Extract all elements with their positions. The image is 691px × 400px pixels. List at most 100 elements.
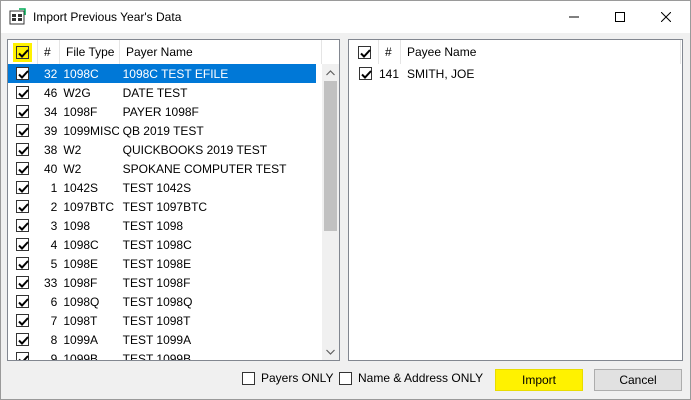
payer-row-num: 2 [50, 199, 58, 214]
payer-row[interactable]: 3 1098 TEST 1098 [8, 216, 316, 235]
payer-row[interactable]: 32 1098C 1098C TEST EFILE [8, 64, 316, 83]
scroll-thumb[interactable] [324, 81, 337, 231]
payee-row-checkbox[interactable] [358, 67, 372, 80]
payer-row[interactable]: 33 1098F TEST 1098F [8, 273, 316, 292]
payee-row[interactable]: 141 SMITH, JOE [349, 64, 682, 83]
payer-row-checkbox[interactable] [16, 181, 30, 194]
payer-row-num: 1 [50, 180, 58, 195]
payer-row-checkbox[interactable] [16, 143, 30, 156]
checkmark-icon [18, 108, 30, 117]
checkmark-icon [18, 279, 30, 288]
payer-row-num: 39 [43, 123, 58, 138]
select-all-payees-header [349, 40, 379, 64]
payer-row-checkbox[interactable] [16, 219, 30, 232]
payee-list[interactable]: # Payee Name 141 SMITH, JOE [348, 39, 683, 361]
payer-row-payer-name: SPOKANE COMPUTER TEST [122, 161, 287, 176]
payer-row-num: 32 [43, 66, 58, 81]
payer-row-checkbox[interactable] [16, 86, 30, 99]
checkmark-icon [360, 70, 372, 79]
payer-row-payer-name: TEST 1098Q [122, 294, 193, 309]
payer-row[interactable]: 2 1097BTC TEST 1097BTC [8, 197, 316, 216]
payer-row[interactable]: 38 W2 QUICKBOOKS 2019 TEST [8, 140, 316, 159]
checkmark-icon [18, 317, 30, 326]
payer-rows: 32 1098C 1098C TEST EFILE 46 W2G DATE TEST 34 1… [8, 64, 316, 360]
name-address-only-checkbox[interactable] [339, 371, 352, 385]
checkmark-icon [18, 222, 30, 231]
payer-row-payer-name: TEST 1099A [122, 332, 192, 347]
payer-row-file-type: W2G [63, 85, 91, 100]
payer-list-scrollbar[interactable] [322, 64, 339, 360]
payer-row[interactable]: 8 1099A TEST 1099A [8, 330, 316, 349]
payer-row-checkbox[interactable] [16, 333, 30, 346]
payer-row-num: 46 [43, 85, 58, 100]
checkmark-icon [18, 165, 30, 174]
payer-row-check-cell [8, 349, 38, 360]
payer-row[interactable]: 40 W2 SPOKANE COMPUTER TEST [8, 159, 316, 178]
checkmark-icon [18, 203, 30, 212]
payer-row[interactable]: 46 W2G DATE TEST [8, 83, 316, 102]
checkmark-icon [360, 48, 371, 58]
payers-only-option[interactable]: Payers ONLY [242, 371, 333, 385]
payers-only-checkbox[interactable] [242, 371, 255, 385]
col-header-file-type[interactable]: File Type [60, 40, 120, 64]
payer-row-payer-name: TEST 1097BTC [122, 199, 208, 214]
payer-row-check-cell [8, 292, 38, 311]
payer-row-payer-name: TEST 1098F [122, 275, 191, 290]
checkmark-icon [18, 355, 30, 360]
payer-row[interactable]: 1 1042S TEST 1042S [8, 178, 316, 197]
payer-row-checkbox[interactable] [16, 238, 30, 251]
payer-row-checkbox[interactable] [16, 276, 30, 289]
payer-row-checkbox[interactable] [16, 162, 30, 175]
scroll-down-button[interactable] [322, 343, 339, 360]
payer-row-file-type: 1097BTC [63, 199, 115, 214]
cancel-button[interactable]: Cancel [594, 369, 682, 391]
payer-row[interactable]: 34 1098F PAYER 1098F [8, 102, 316, 121]
payer-row-checkbox[interactable] [16, 352, 30, 360]
maximize-icon [615, 12, 625, 22]
payer-row-checkbox[interactable] [16, 295, 30, 308]
import-button[interactable]: Import [495, 369, 583, 391]
payer-row-check-cell [8, 64, 38, 83]
payer-row-checkbox[interactable] [16, 257, 30, 270]
payer-row[interactable]: 5 1098E TEST 1098E [8, 254, 316, 273]
payer-list[interactable]: # File Type Payer Name 32 1098C 1098C TEST… [7, 39, 340, 361]
maximize-button[interactable] [597, 1, 643, 33]
payer-row[interactable]: 7 1098T TEST 1098T [8, 311, 316, 330]
payer-row-checkbox[interactable] [16, 124, 30, 137]
payer-row-checkbox[interactable] [16, 200, 30, 213]
payer-row-file-type: 1042S [63, 180, 99, 195]
payer-row-num: 38 [43, 142, 58, 157]
payer-row-payer-name: QB 2019 TEST [122, 123, 204, 138]
minimize-button[interactable] [551, 1, 597, 33]
checkmark-icon [18, 48, 29, 58]
payer-row[interactable]: 6 1098Q TEST 1098Q [8, 292, 316, 311]
payer-row-num: 4 [50, 237, 58, 252]
payer-row[interactable]: 9 1099B TEST 1099B [8, 349, 316, 360]
name-address-only-option[interactable]: Name & Address ONLY [339, 371, 483, 385]
checkmark-icon [18, 146, 30, 155]
payer-row-checkbox[interactable] [16, 67, 30, 80]
scroll-up-button[interactable] [322, 64, 339, 81]
col-header-payer-name[interactable]: Payer Name [120, 40, 322, 64]
payer-row-check-cell [8, 330, 38, 349]
checkmark-icon [18, 127, 30, 136]
select-all-payees-checkbox[interactable] [358, 45, 371, 59]
payer-row[interactable]: 4 1098C TEST 1098C [8, 235, 316, 254]
checkmark-icon [18, 70, 30, 79]
payer-row-num: 6 [50, 294, 58, 309]
select-all-payers-checkbox[interactable] [13, 42, 32, 62]
col-header-payee-num[interactable]: # [379, 40, 401, 64]
col-header-num[interactable]: # [38, 40, 60, 64]
payer-row-checkbox[interactable] [16, 105, 30, 118]
title-bar[interactable]: Import Previous Year's Data [1, 1, 690, 33]
payer-row-checkbox[interactable] [16, 314, 30, 327]
close-button[interactable] [643, 1, 689, 33]
payer-row-check-cell [8, 121, 38, 140]
select-all-payers-header [8, 40, 38, 64]
payer-row-payer-name: TEST 1042S [122, 180, 192, 195]
payer-row-num: 8 [50, 332, 58, 347]
col-header-payee-name[interactable]: Payee Name [401, 40, 681, 64]
payer-row-check-cell [8, 83, 38, 102]
payer-row[interactable]: 39 1099MISC QB 2019 TEST [8, 121, 316, 140]
payer-row-payer-name: TEST 1098 [122, 218, 184, 233]
